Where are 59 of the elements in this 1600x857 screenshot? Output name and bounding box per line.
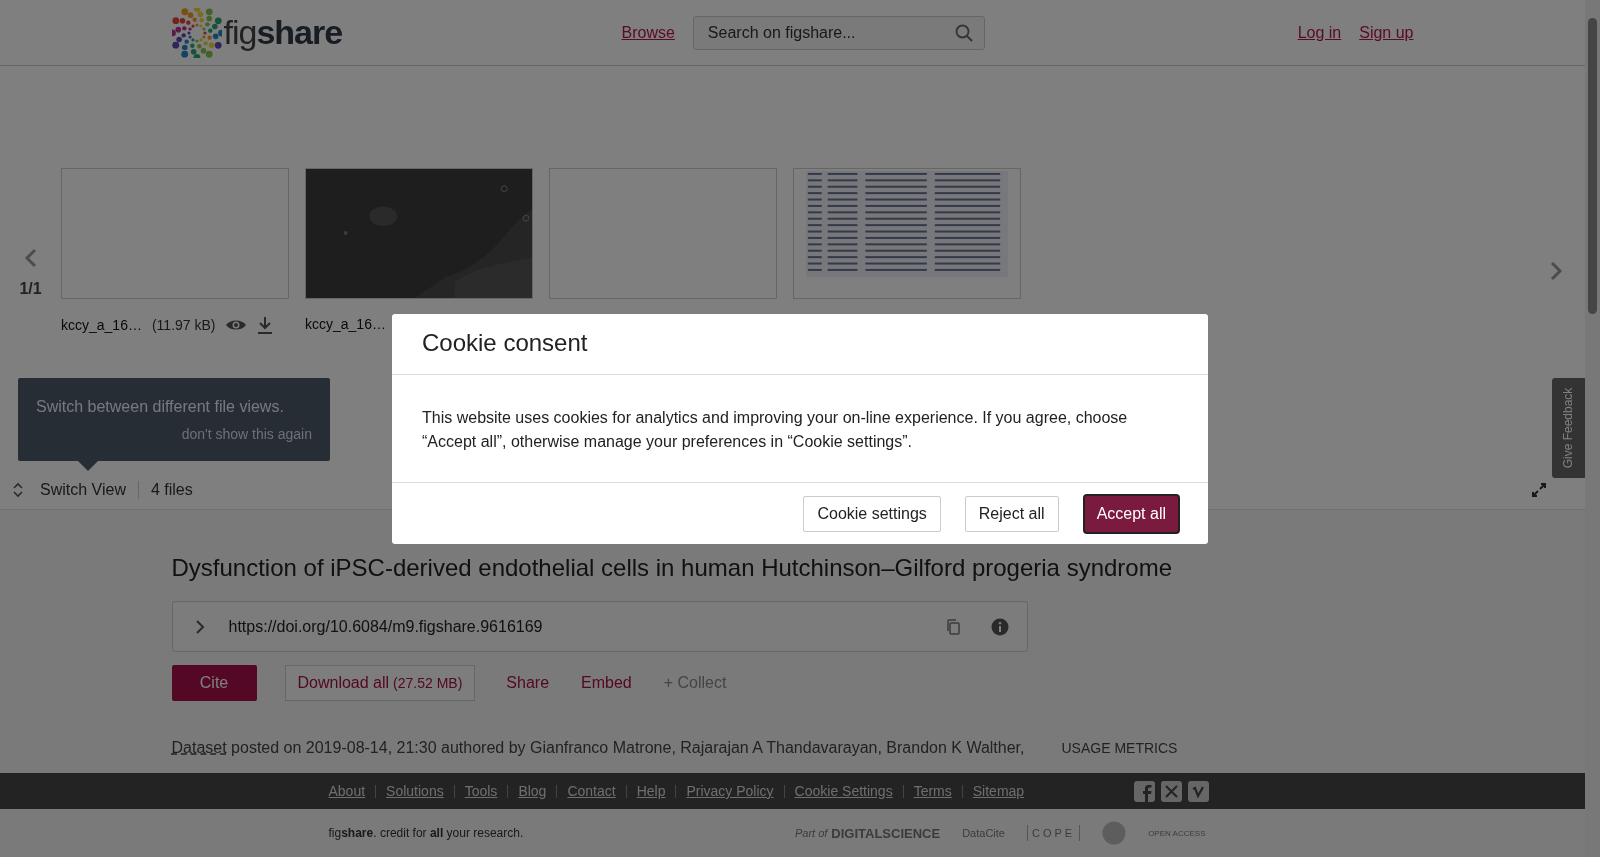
file-name[interactable]: kccy_a_16… [61, 317, 142, 333]
partner-logo[interactable]: DIGITALSCIENCE [831, 825, 941, 841]
tooltip-text: Switch between different file views. [36, 398, 285, 416]
expand-icon[interactable] [1531, 482, 1547, 498]
chevron-icon[interactable] [194, 618, 205, 635]
action-button[interactable]: Share [493, 665, 563, 701]
footer-link[interactable]: Sitemap [962, 783, 1035, 799]
doi-link[interactable]: https://doi.org/10.6084/m9.figshare.9616169 [228, 617, 945, 636]
page-counter: 1/1 [19, 280, 42, 298]
footer-link[interactable]: About [328, 783, 376, 799]
footer-link[interactable]: Contact [557, 783, 626, 799]
switch-icon[interactable] [12, 482, 24, 498]
dialog-title: Cookie consent [392, 314, 1208, 375]
scrollbar[interactable] [1585, 0, 1600, 857]
switch-view-button[interactable]: Switch View [36, 481, 126, 499]
signup-link[interactable]: Sign up [1359, 23, 1414, 42]
search-field[interactable]: Search on figshare... [692, 15, 985, 50]
action-button[interactable]: Cite [171, 665, 257, 701]
footer-tagline: figshare. credit for all your research. [328, 826, 524, 840]
copy-icon[interactable] [944, 617, 961, 636]
file-name[interactable]: kccy_a_16… [305, 316, 386, 332]
file-thumbnail[interactable] [61, 168, 289, 299]
logo-text[interactable]: figshare [223, 13, 343, 52]
browse-link[interactable]: Browse [621, 23, 675, 42]
dialog-button[interactable]: Accept all [1082, 493, 1180, 534]
footer-link[interactable]: Blog [508, 783, 557, 799]
facebook-icon[interactable] [1133, 780, 1155, 802]
partner-logo[interactable]: DataCite [962, 827, 1005, 839]
login-link[interactable]: Log in [1297, 23, 1342, 42]
footer-link[interactable]: Solutions [376, 783, 454, 799]
seal-icon[interactable] [1102, 821, 1127, 845]
partner-logo[interactable]: Part of [794, 827, 828, 839]
footer-link[interactable]: Terms [903, 783, 962, 799]
file-size: (11.97 kB) [151, 317, 216, 333]
footer-link[interactable]: Cookie Settings [784, 783, 903, 799]
vimeo-icon[interactable] [1187, 780, 1209, 802]
feedback-tab[interactable]: Give Feedback [1552, 378, 1585, 478]
dialog-button[interactable]: Reject all [964, 495, 1059, 532]
eye-icon[interactable] [225, 318, 248, 332]
file-count: 4 files [150, 481, 193, 499]
search-icon[interactable] [954, 23, 973, 42]
download-icon[interactable] [257, 316, 274, 334]
action-button[interactable]: Download all (27.52 MB) [284, 665, 476, 701]
dataset-info: Dataset posted on 2019-08-14, 21:30 authored by Gianfranco Matrone, Rajarajan A Thandavarayan, Brandon K Walther, [171, 739, 1026, 757]
footer-link[interactable]: Help [626, 783, 676, 799]
file-thumbnail[interactable] [549, 168, 777, 299]
dialog-message: This website uses cookies for analytics and improving your on-line experience. If you agree, choose “Accept all”, otherwise manage your preferences in “Cookie settings”. [392, 375, 1208, 483]
logo-icon [171, 7, 222, 58]
footer-link[interactable]: Tools [454, 783, 508, 799]
usage-metrics-heading: USAGE METRICS [1061, 740, 1178, 756]
x-icon[interactable] [1160, 780, 1182, 802]
partner-logo[interactable]: COPE [1026, 825, 1081, 841]
footer-link[interactable]: Privacy Policy [676, 783, 784, 799]
article-title: Dysfunction of iPSC-derived endothelial cells in human Hutchinson–Gilford progeria syndrome [171, 554, 1173, 582]
action-button[interactable]: Embed [568, 665, 645, 701]
dialog-button[interactable]: Cookie settings [803, 495, 941, 532]
dismiss-link[interactable]: don't show this again [181, 426, 312, 442]
info-icon[interactable] [990, 617, 1009, 636]
dataset-link[interactable]: Dataset [171, 739, 227, 756]
